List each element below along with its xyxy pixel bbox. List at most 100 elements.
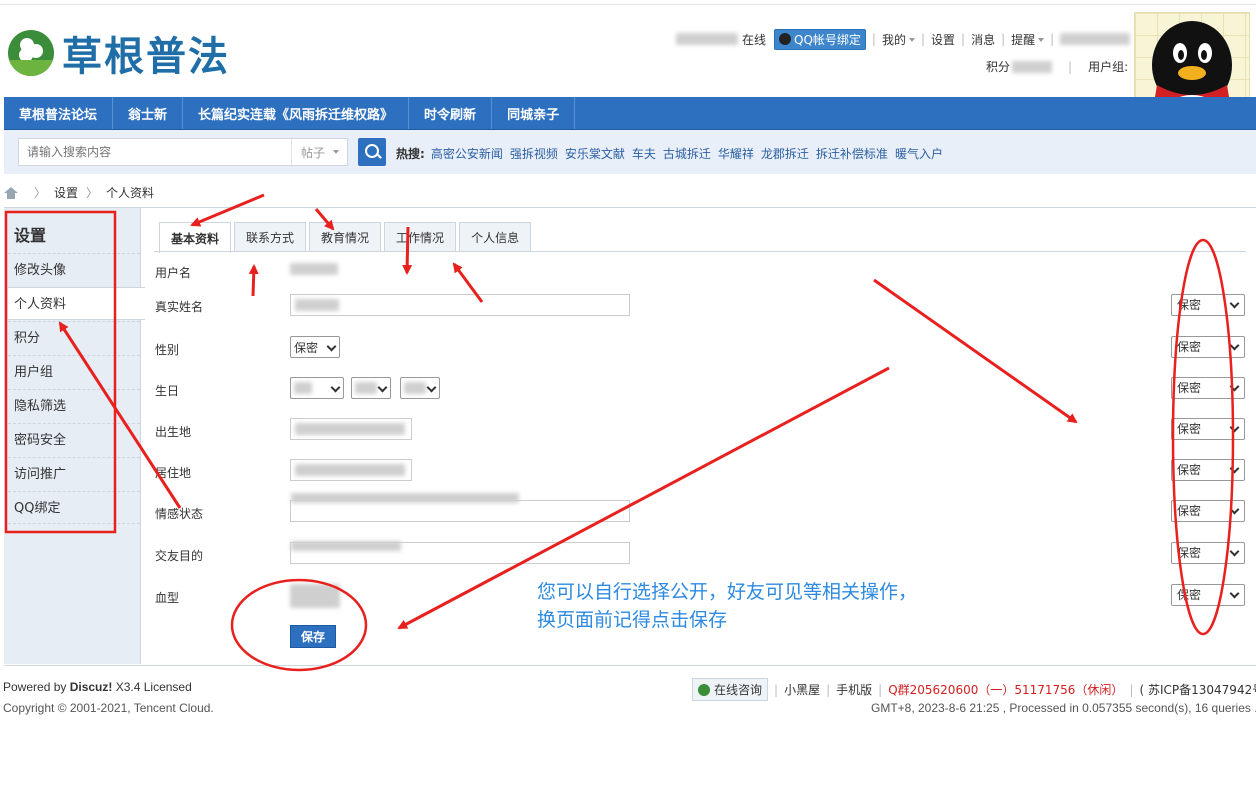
nav-item[interactable]: 翁士新 xyxy=(113,97,184,129)
qq-group-link[interactable]: Q群205620600（一）51171756（休闲） xyxy=(888,681,1123,698)
icp-link[interactable]: ( 苏ICP备13047942号-1 ) xyxy=(1139,681,1256,698)
privacy-select[interactable]: 保密 xyxy=(1171,336,1245,358)
powered-by: Powered by Discuz! X3.4 Licensed xyxy=(3,680,192,694)
chevron-down-icon xyxy=(1229,463,1240,474)
mobile-link[interactable]: 手机版 xyxy=(836,681,872,698)
qq-bind-button[interactable]: QQ帐号绑定 xyxy=(774,28,866,50)
privacy-select[interactable]: 保密 xyxy=(1171,459,1245,481)
online-consult-button[interactable]: 在线咨询 xyxy=(692,678,769,701)
hot-search-link[interactable]: 强拆视频 xyxy=(510,145,558,162)
privacy-select[interactable]: 保密 xyxy=(1171,542,1245,564)
nav-item[interactable]: 同城亲子 xyxy=(492,97,576,129)
blackroom-link[interactable]: 小黑屋 xyxy=(784,681,820,698)
site-logo[interactable]: 草根普法 xyxy=(8,28,230,80)
my-menu[interactable]: 我的 xyxy=(882,31,915,48)
chevron-down-icon xyxy=(377,382,388,393)
chevron-down-icon xyxy=(1038,38,1045,42)
sidebar-item-profile[interactable]: 个人资料 xyxy=(8,287,145,320)
privacy-value: 保密 xyxy=(1177,546,1202,560)
birthday-label: 生日 xyxy=(155,384,180,398)
sidebar-item-password[interactable]: 密码安全 xyxy=(8,423,140,456)
nav-item[interactable]: 草根普法论坛 xyxy=(4,97,114,129)
privacy-select[interactable]: 保密 xyxy=(1171,500,1245,522)
search-input[interactable] xyxy=(19,139,291,165)
online-consult-label: 在线咨询 xyxy=(714,683,763,697)
privacy-select[interactable]: 保密 xyxy=(1171,418,1245,440)
chevron-down-icon xyxy=(426,382,437,393)
search-type-label: 帖子 xyxy=(300,145,325,160)
tab-work[interactable]: 工作情况 xyxy=(384,222,457,251)
copyright: Copyright © 2001-2021, Tencent Cloud. xyxy=(3,701,214,715)
usergroup-label[interactable]: 用户组: xyxy=(1088,58,1128,75)
privacy-select[interactable]: 保密 xyxy=(1171,584,1245,606)
clover-logo-icon xyxy=(8,30,54,76)
realname-label: 真实姓名 xyxy=(155,300,204,314)
save-button[interactable]: 保存 xyxy=(290,625,336,648)
privacy-value: 保密 xyxy=(1177,298,1202,312)
hot-search-link[interactable]: 安乐棠文献 xyxy=(565,145,625,162)
gender-value: 保密 xyxy=(294,340,319,355)
points-label[interactable]: 积分 xyxy=(986,58,1010,75)
relationship-input[interactable] xyxy=(290,493,630,522)
tab-contact[interactable]: 联系方式 xyxy=(234,222,307,251)
hot-search-link[interactable]: 暖气入户 xyxy=(895,145,943,162)
search-button[interactable] xyxy=(358,138,386,166)
chat-icon xyxy=(698,683,710,696)
nav-item[interactable]: 长篇纪实连载《风雨拆迁维权路》 xyxy=(183,97,410,129)
birth-year-select[interactable] xyxy=(290,377,344,399)
hot-search-link[interactable]: 华耀祥 xyxy=(718,145,754,162)
gender-label: 性别 xyxy=(155,343,180,357)
messages-link[interactable]: 消息 xyxy=(971,31,995,48)
birth-month-select[interactable] xyxy=(351,377,391,399)
sidebar-item-usergroup[interactable]: 用户组 xyxy=(8,355,140,388)
hot-search-link[interactable]: 高密公安新闻 xyxy=(431,145,503,162)
user-info: 积分 | 用户组: xyxy=(986,58,1129,75)
tab-basic[interactable]: 基本资料 xyxy=(159,222,232,253)
sidebar-item-privacy[interactable]: 隐私筛选 xyxy=(8,389,140,422)
chevron-down-icon xyxy=(1229,298,1240,309)
sidebar-item-promotion[interactable]: 访问推广 xyxy=(8,457,140,490)
hot-search-link[interactable]: 车夫 xyxy=(632,145,656,162)
privacy-value: 保密 xyxy=(1177,463,1202,477)
tab-personal[interactable]: 个人信息 xyxy=(459,222,532,251)
chevron-down-icon xyxy=(333,150,339,154)
privacy-select[interactable]: 保密 xyxy=(1171,294,1245,316)
blurred-link[interactable] xyxy=(1060,33,1131,45)
relationship-label: 情感状态 xyxy=(155,507,204,521)
search-box: 帖子 xyxy=(18,138,348,166)
reminders-menu[interactable]: 提醒 xyxy=(1011,31,1045,48)
hot-search-link[interactable]: 龙郡拆迁 xyxy=(761,145,809,162)
username-blurred[interactable] xyxy=(676,33,738,45)
hot-search-link[interactable]: 古城拆迁 xyxy=(663,145,711,162)
breadcrumb-item[interactable]: 设置 xyxy=(54,184,78,201)
purpose-label: 交友目的 xyxy=(155,549,204,563)
logo-text: 草根普法 xyxy=(62,34,230,80)
breadcrumb: 〉 设置 〉 个人资料 xyxy=(4,184,154,201)
profile-tabs: 基本资料 联系方式 教育情况 工作情况 个人信息 xyxy=(159,222,534,253)
settings-sidebar: 设置 修改头像 个人资料 积分 用户组 隐私筛选 密码安全 访问推广 QQ绑定 xyxy=(4,208,145,664)
birth-day-select[interactable] xyxy=(400,377,440,399)
privacy-value: 保密 xyxy=(1177,340,1202,354)
privacy-value: 保密 xyxy=(1177,381,1202,395)
discuz-link[interactable]: Discuz! xyxy=(70,680,113,694)
purpose-input[interactable] xyxy=(290,541,630,564)
home-icon[interactable] xyxy=(4,186,18,199)
tab-education[interactable]: 教育情况 xyxy=(309,222,382,251)
hot-search-link[interactable]: 拆迁补偿标准 xyxy=(816,145,888,162)
sidebar-item-avatar[interactable]: 修改头像 xyxy=(8,253,140,286)
sidebar-item-points[interactable]: 积分 xyxy=(8,321,140,354)
annotation-line: 换页面前记得点击保存 xyxy=(537,609,728,631)
hot-search-label: 热搜: xyxy=(396,147,425,161)
gender-select[interactable]: 保密 xyxy=(290,336,340,358)
realname-input[interactable] xyxy=(290,294,630,316)
birthplace-select[interactable] xyxy=(290,418,412,440)
nav-item[interactable]: 时令刷新 xyxy=(409,97,493,129)
reminders-label: 提醒 xyxy=(1011,32,1036,47)
settings-link[interactable]: 设置 xyxy=(931,31,955,48)
privacy-select[interactable]: 保密 xyxy=(1171,377,1245,399)
bloodtype-select-blurred[interactable] xyxy=(290,584,340,608)
residence-select[interactable] xyxy=(290,459,412,481)
main-navbar: 草根普法论坛 翁士新 长篇纪实连载《风雨拆迁维权路》 时令刷新 同城亲子 xyxy=(4,97,1256,130)
sidebar-item-qq[interactable]: QQ绑定 xyxy=(8,491,140,524)
search-type-select[interactable]: 帖子 xyxy=(291,139,348,165)
